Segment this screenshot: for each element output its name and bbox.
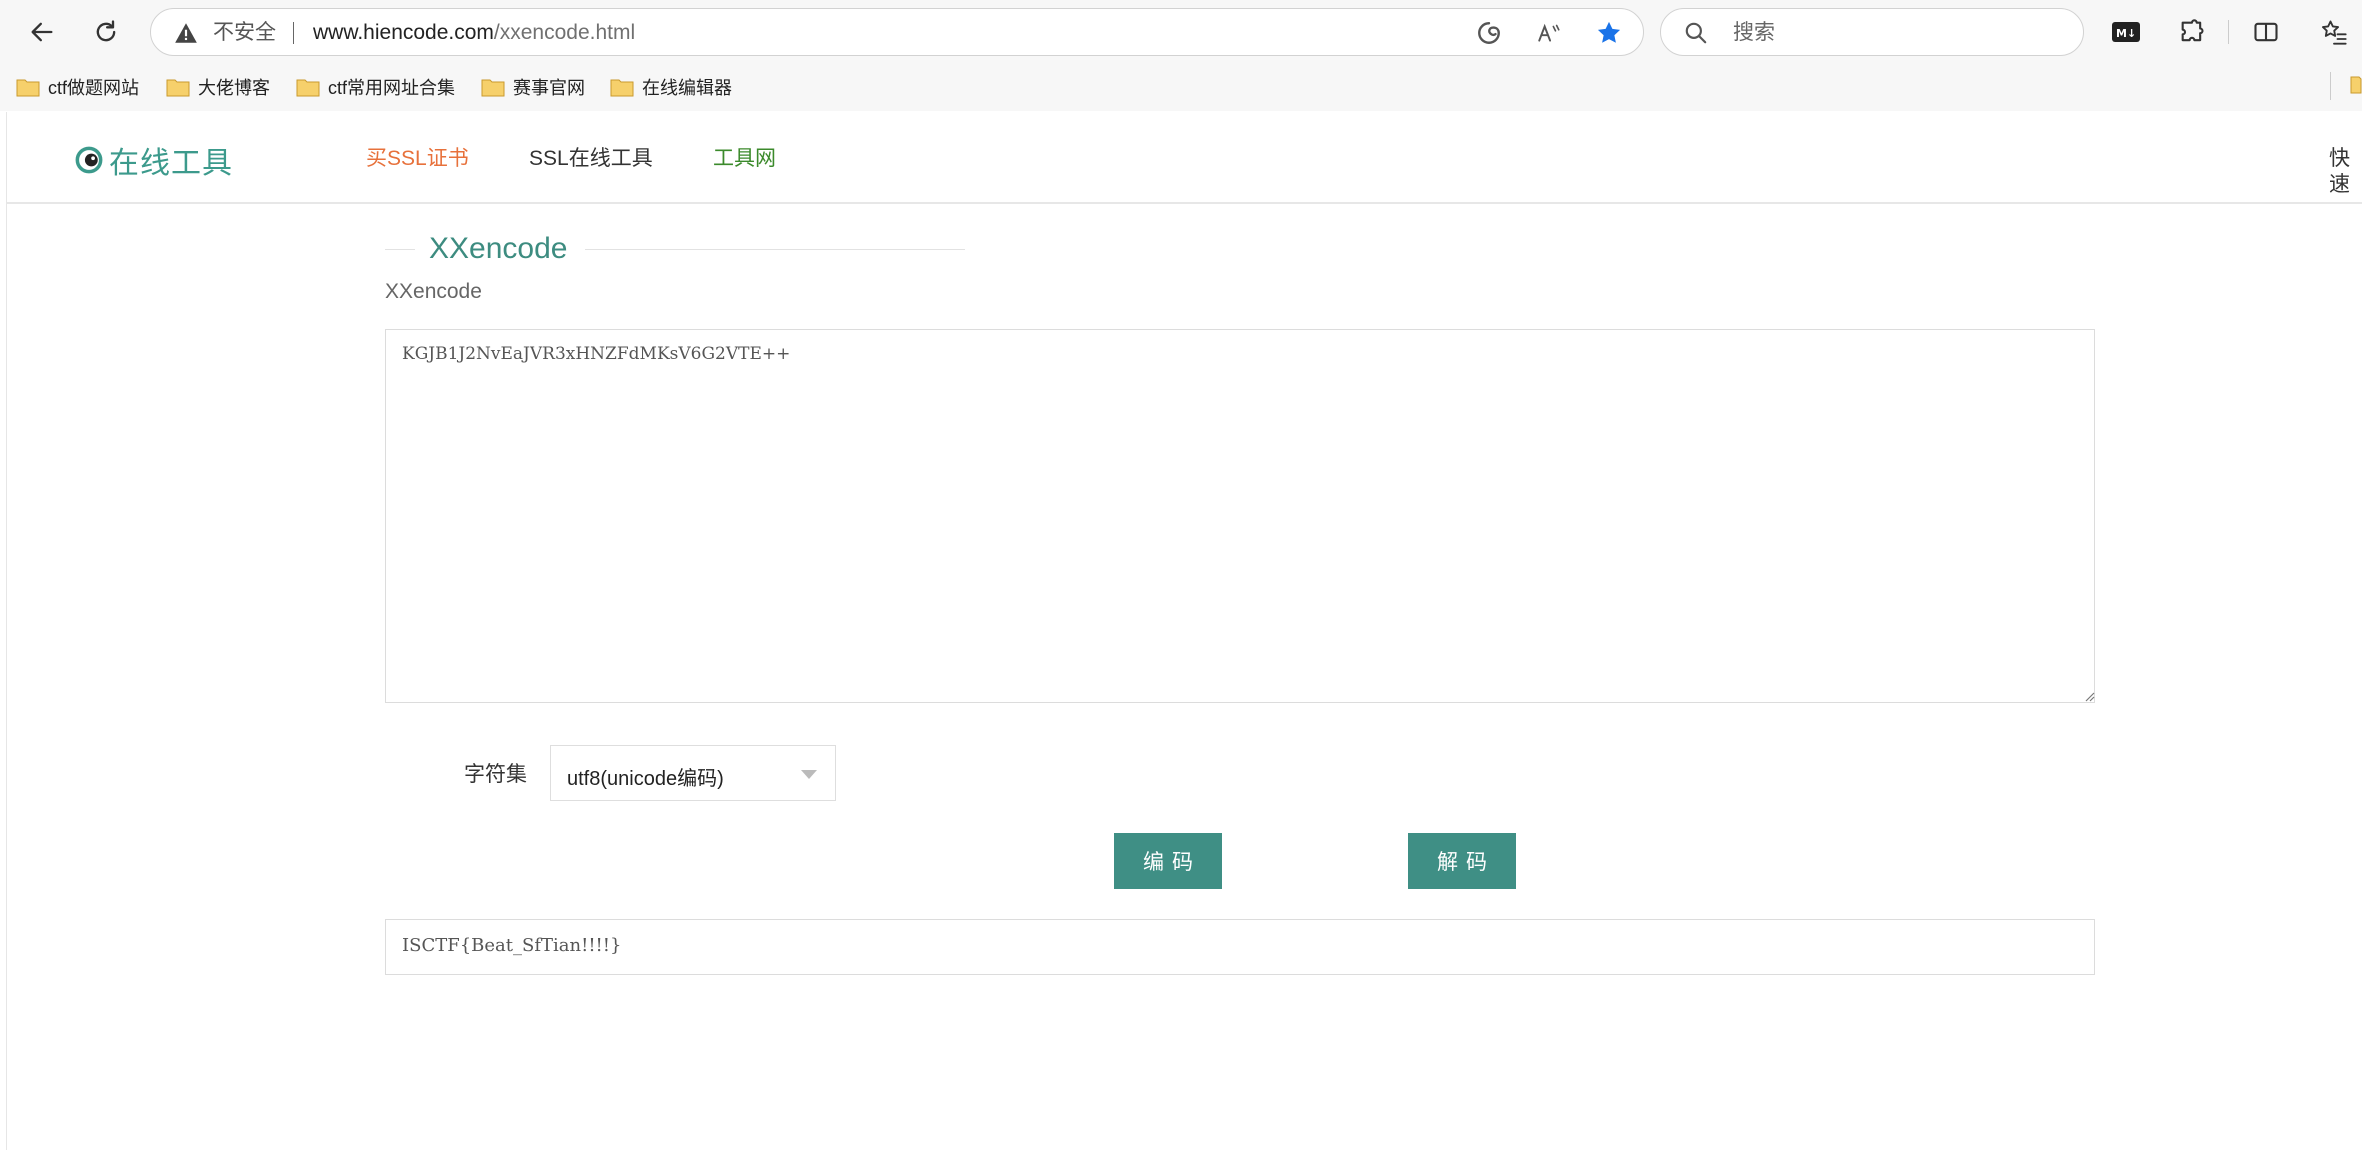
charset-value: utf8(unicode编码) [567,768,724,790]
dropdown-arrow-icon [801,770,817,779]
address-bar[interactable]: 不安全 www.hiencode.com/xxencode.html [150,8,1644,56]
page-title: XXencode [429,232,568,265]
charset-select[interactable]: utf8(unicode编码) [550,745,836,801]
folder-icon [296,79,320,97]
input-label: XXencode [385,280,482,303]
reload-button[interactable] [84,10,128,54]
bookmarks-divider [2330,72,2331,100]
nav-ssl-tools[interactable]: SSL在线工具 [529,146,653,172]
reload-icon [96,20,116,42]
folder-icon[interactable] [2350,74,2362,94]
url-host: www.hiencode.com [313,21,494,44]
bookmark-folder[interactable]: 在线编辑器 [610,72,732,102]
section-title: XXencode [385,230,965,270]
site-header: 在线工具 买SSL证书 SSL在线工具 工具网 快速 [7,112,2362,204]
address-divider [293,22,294,44]
search-placeholder: 搜索 [1733,21,1775,44]
web-page: 在线工具 买SSL证书 SSL在线工具 工具网 快速 XXencode XXen… [6,112,2362,1150]
bookmark-label: 赛事官网 [513,78,585,98]
input-textarea[interactable]: KGJB1J2NvEaJVR3xHNZFdMKsV6G2VTE++ [385,329,2095,703]
url-path: /xxencode.html [493,21,636,44]
read-aloud-button[interactable] [1535,19,1563,47]
markdown-extension-button[interactable]: M↓ [2106,12,2146,52]
split-screen-icon [2254,22,2278,42]
bookmark-label: 在线编辑器 [642,78,732,98]
resize-handle-icon[interactable] [2083,690,2095,702]
star-filled-icon [1597,21,1621,43]
browser-chrome: 不安全 www.hiencode.com/xxencode.html 搜索 M↓ [0,0,2362,111]
title-line-right [585,249,965,250]
browser-toolbar: 不安全 www.hiencode.com/xxencode.html 搜索 M↓ [0,0,2362,64]
folder-icon [610,79,634,97]
markdown-icon: M↓ [2112,22,2140,42]
read-aloud-icon [1538,23,1560,42]
puzzle-icon [2181,19,2204,42]
favorites-list-icon [2321,20,2347,45]
bookmark-label: 大佬博客 [198,78,270,98]
charset-label: 字符集 [464,763,527,786]
split-screen-button[interactable] [2246,12,2286,52]
extensions-button[interactable] [2172,12,2212,52]
title-line-left [385,249,415,250]
arrow-left-icon [31,22,53,42]
site-logo[interactable]: 在线工具 [75,138,233,182]
favorites-button[interactable] [2314,12,2354,52]
security-label[interactable]: 不安全 [213,20,276,46]
nav-buy-ssl[interactable]: 买SSL证书 [366,146,469,172]
warning-icon [175,23,197,43]
svg-text:M↓: M↓ [2116,27,2136,40]
back-button[interactable] [20,10,64,54]
folder-icon [166,79,190,97]
nav-quick[interactable]: 快速 [2329,146,2362,198]
bookmark-folder[interactable]: ctf做题网站 [16,72,139,102]
bookmark-folder[interactable]: 赛事官网 [481,72,585,102]
toolbar-divider [2228,20,2229,44]
result-output[interactable]: ISCTF{Beat_SfTian!!!!} [385,919,2095,975]
bookmarks-bar: ctf做题网站 大佬博客 ctf常用网址合集 赛事官网 在线编辑器 [0,64,2362,110]
edge-app-button[interactable] [1475,19,1503,47]
nav-tools-site[interactable]: 工具网 [713,146,776,172]
logo-text: 在线工具 [109,147,233,180]
decode-button[interactable]: 解码 [1408,833,1516,889]
folder-icon [481,79,505,97]
logo-icon [75,146,103,174]
folder-icon [16,79,40,97]
bookmark-label: ctf常用网址合集 [328,78,456,98]
bookmark-folder[interactable]: ctf常用网址合集 [296,72,455,102]
encode-button[interactable]: 编码 [1114,833,1222,889]
favorite-button[interactable] [1595,19,1623,47]
bookmark-label: ctf做题网站 [48,78,140,98]
search-icon [1685,22,1707,44]
search-box[interactable]: 搜索 [1660,8,2084,56]
bookmark-folder[interactable]: 大佬博客 [166,72,270,102]
url-text[interactable]: www.hiencode.com/xxencode.html [313,20,635,46]
edge-icon [1478,22,1500,44]
